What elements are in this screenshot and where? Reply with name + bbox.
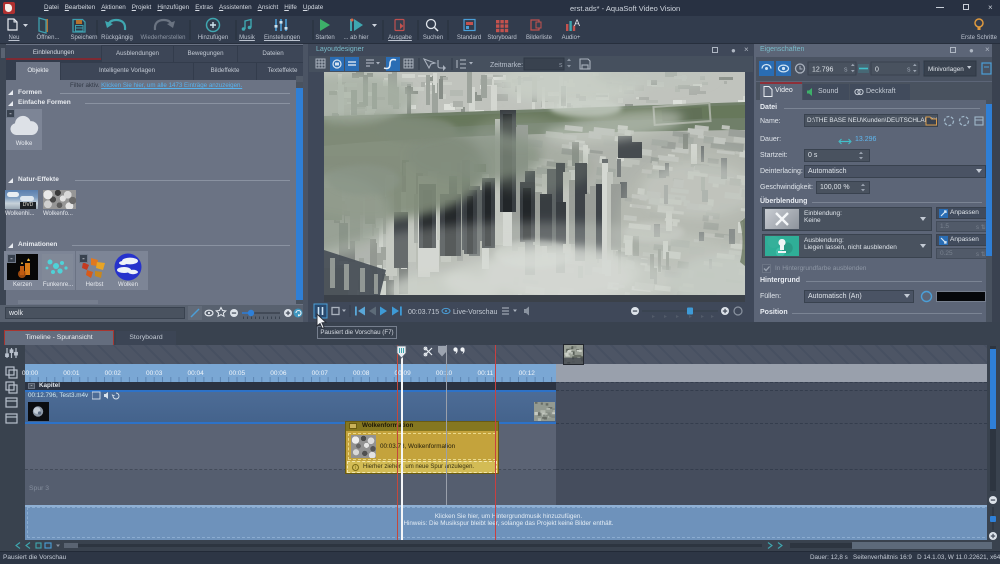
svg-text:00:06: 00:06 [270, 370, 287, 377]
svg-text:00:01: 00:01 [63, 370, 80, 377]
svg-text:Minivorlagen: Minivorlagen [928, 66, 964, 73]
svg-text:00:03: 00:03 [146, 370, 163, 377]
svg-text:s: s [559, 62, 563, 69]
svg-text:0: 0 [875, 67, 879, 74]
svg-text:12.796: 12.796 [812, 67, 834, 74]
svg-text:00:00: 00:00 [22, 370, 39, 377]
svg-text:Zeitmarke:: Zeitmarke: [490, 62, 523, 69]
svg-text:00:05: 00:05 [229, 370, 246, 377]
svg-text:s: s [844, 67, 848, 74]
svg-text:00:03.715: 00:03.715 [408, 309, 439, 316]
svg-text:s: s [907, 67, 911, 74]
svg-text:A: A [574, 18, 580, 28]
svg-text:00:07: 00:07 [312, 370, 329, 377]
svg-text:Live-Vorschau: Live-Vorschau [453, 309, 497, 316]
svg-text:00:12: 00:12 [519, 370, 536, 377]
svg-text:00:11: 00:11 [478, 370, 494, 377]
svg-text:00:04: 00:04 [187, 370, 204, 377]
svg-text:00:08: 00:08 [353, 370, 370, 377]
svg-text:00:10: 00:10 [436, 370, 453, 377]
svg-text:00:02: 00:02 [105, 370, 122, 377]
